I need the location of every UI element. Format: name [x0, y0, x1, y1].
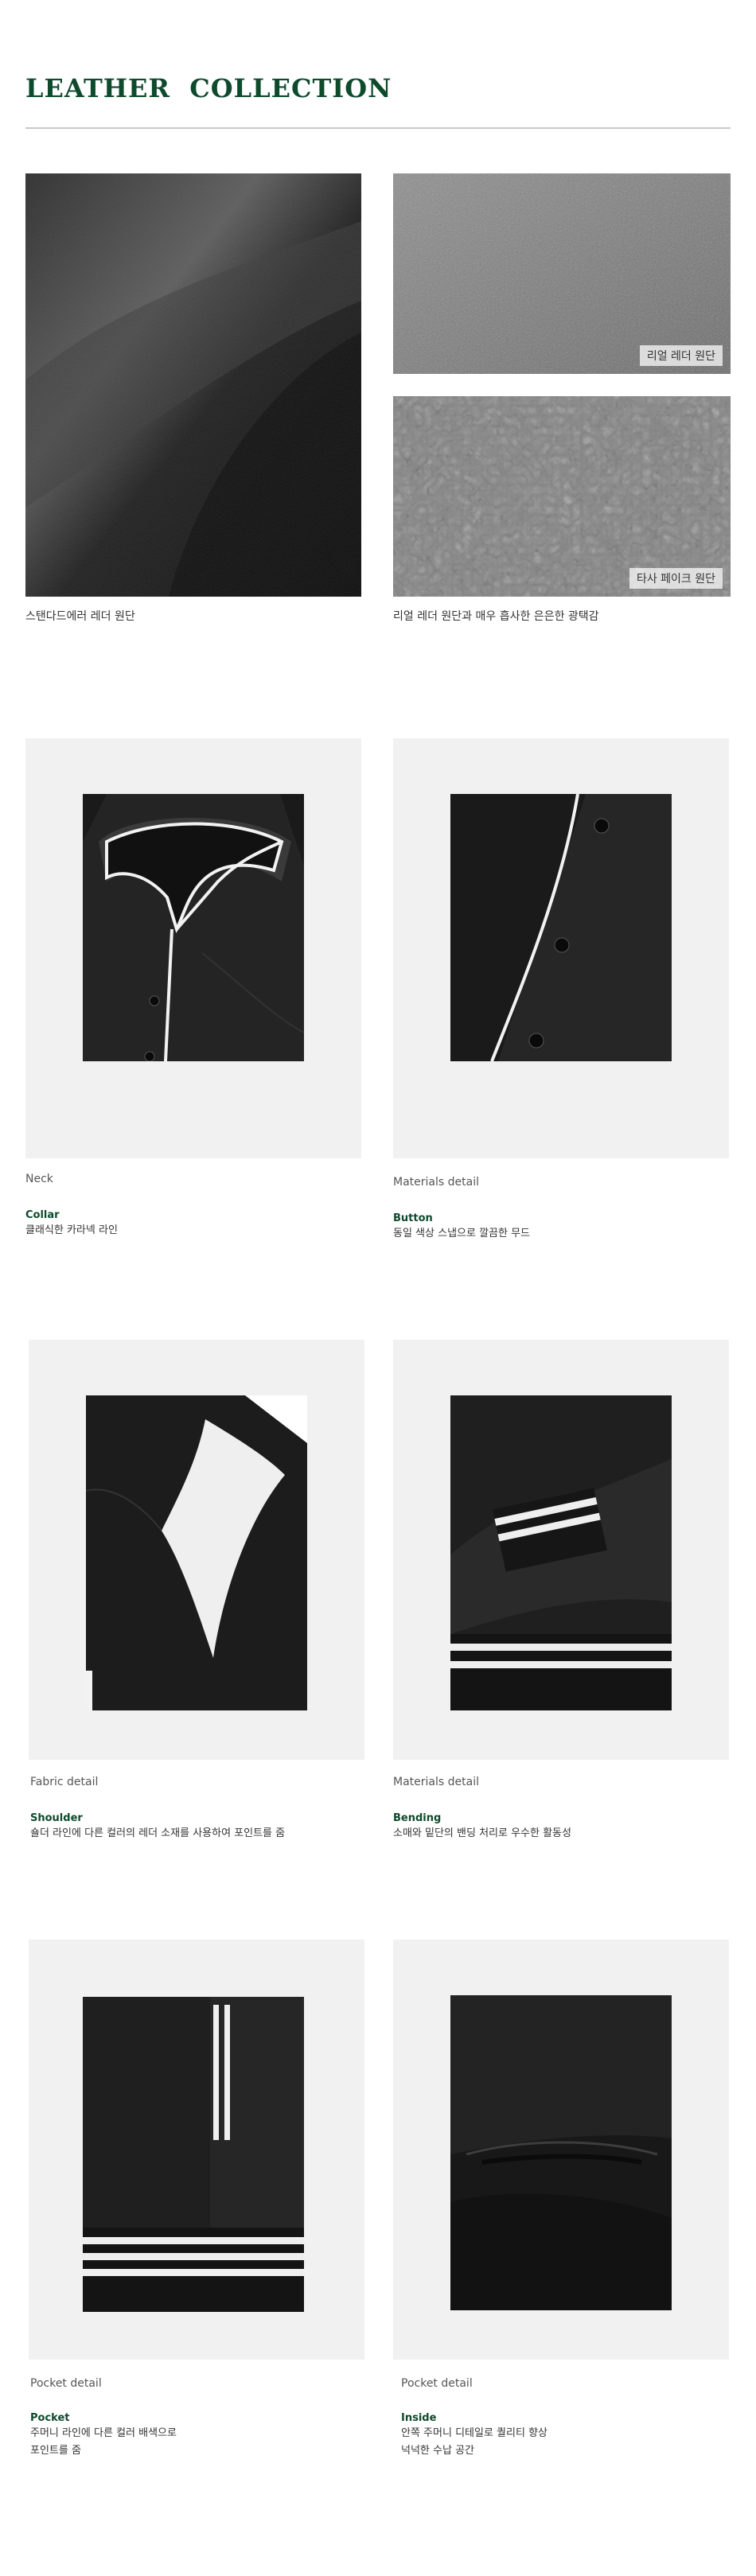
- detail-label: Neck: [25, 1173, 53, 1185]
- fabric-compare-caption: 리얼 레더 원단과 매우 흡사한 은은한 광택감: [393, 610, 599, 623]
- detail-desc: 소매와 밑단의 밴딩 처리로 우수한 활동성: [393, 1827, 571, 1839]
- detail-desc: 안쪽 주머니 디테일로 퀄리티 향상: [401, 2427, 548, 2439]
- title-divider: [25, 127, 731, 129]
- fake-leather-tag: 타사 페이크 원단: [629, 568, 723, 589]
- detail-label: Materials detail: [393, 1776, 479, 1788]
- detail-desc: 넉넉한 수납 공간: [401, 2445, 474, 2457]
- detail-card-button: [393, 738, 729, 1158]
- detail-title: Shoulder: [30, 1812, 83, 1824]
- collar-photo: [83, 794, 304, 1061]
- inside-pocket-photo: [450, 1995, 672, 2310]
- standard-leather-caption: 스탠다드에러 레더 원단: [25, 610, 135, 623]
- detail-label: Pocket detail: [30, 2377, 102, 2390]
- bending-photo: [450, 1395, 672, 1710]
- detail-desc: 클래식한 카라넥 라인: [25, 1224, 118, 1236]
- detail-label: Fabric detail: [30, 1776, 99, 1788]
- shoulder-photo: [86, 1395, 307, 1710]
- real-leather-tag: 리얼 레더 원단: [639, 345, 723, 366]
- detail-label: Pocket detail: [401, 2377, 473, 2390]
- detail-label: Materials detail: [393, 1176, 479, 1189]
- detail-card-shoulder: [29, 1340, 364, 1760]
- pocket-photo: [83, 1997, 304, 2312]
- button-photo: [450, 794, 672, 1061]
- detail-title: Button: [393, 1212, 433, 1224]
- detail-title: Inside: [401, 2412, 437, 2424]
- detail-desc: 숄더 라인에 다른 컬러의 레더 소재를 사용하여 포인트를 줌: [30, 1827, 286, 1839]
- detail-title: Bending: [393, 1812, 442, 1824]
- detail-desc: 포인트를 줌: [30, 2445, 81, 2457]
- detail-card-inside: [393, 1940, 729, 2360]
- standard-leather-swatch: [25, 173, 361, 597]
- page-title: LEATHER COLLECTION: [25, 73, 392, 103]
- detail-title: Collar: [25, 1209, 60, 1221]
- real-leather-swatch: 리얼 레더 원단: [393, 173, 731, 374]
- detail-card-collar: [25, 738, 361, 1158]
- detail-title: Pocket: [30, 2412, 70, 2424]
- detail-card-pocket: [29, 1940, 364, 2360]
- detail-desc: 동일 색상 스냅으로 깔끔한 무드: [393, 1228, 531, 1239]
- fake-leather-swatch: 타사 페이크 원단: [393, 396, 731, 597]
- detail-desc: 주머니 라인에 다른 컬러 배색으로: [30, 2427, 177, 2439]
- detail-card-bending: [393, 1340, 729, 1760]
